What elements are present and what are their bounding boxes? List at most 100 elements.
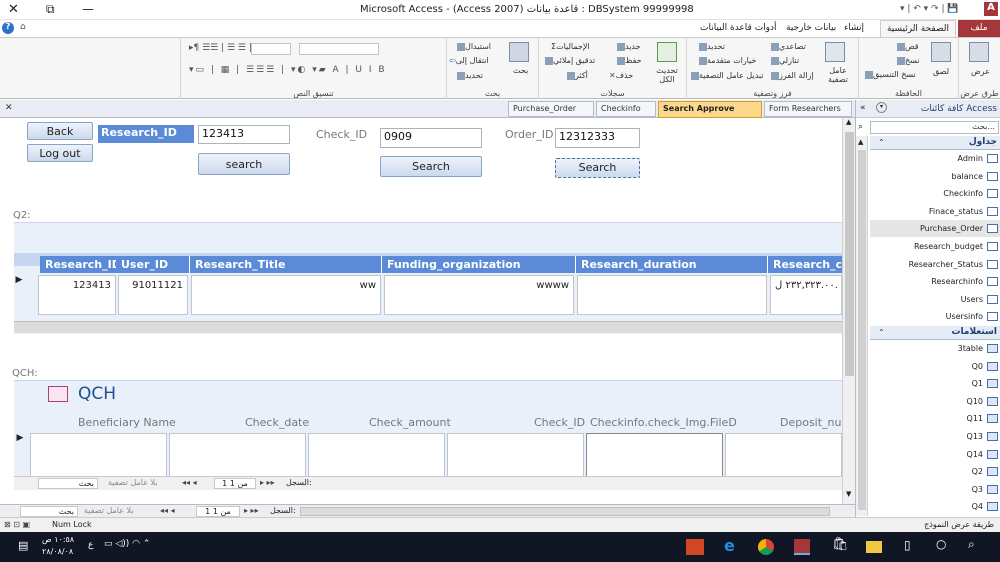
notification-icon[interactable]: ▤ bbox=[18, 539, 28, 552]
advanced-filter-button[interactable]: خيارات متقدمة bbox=[697, 56, 756, 65]
more-button[interactable]: أكثر bbox=[565, 71, 588, 80]
q2-cell-user-id[interactable]: 91011121 bbox=[118, 275, 188, 315]
refresh-all-button[interactable]: تحديث الكل bbox=[651, 66, 683, 84]
powerpoint-icon[interactable] bbox=[686, 539, 704, 555]
tab-form-researchers[interactable]: Form Researchers bbox=[764, 101, 852, 117]
queries-group-header[interactable]: ⌃ استعلامات bbox=[870, 326, 1000, 340]
nav-pane-title[interactable]: كافة كائنات Access bbox=[921, 104, 997, 114]
table-item[interactable]: Purchase_Order bbox=[870, 220, 1000, 238]
q2-cell-funding-org[interactable]: wwww bbox=[384, 275, 574, 315]
table-item[interactable]: Research_budget bbox=[870, 238, 1000, 255]
nav-scroll-thumb[interactable] bbox=[858, 150, 866, 510]
restore-window-button[interactable]: ⧉ bbox=[46, 2, 55, 17]
q2-scrollbar[interactable] bbox=[14, 321, 842, 333]
form-record-position[interactable]: 1 من 1 bbox=[196, 506, 240, 517]
table-item[interactable]: Users bbox=[870, 291, 1000, 308]
tray-icons[interactable]: ▭ ◁)) ◠ ⌃ bbox=[104, 539, 150, 549]
minimize-window-button[interactable]: — bbox=[82, 2, 94, 16]
format-icons[interactable]: ▾▭ | ▦ | ☰☰☰ | ▾◐ ▾▰ A | U I B bbox=[189, 65, 387, 75]
delete-record-button[interactable]: حذف✕ bbox=[609, 71, 633, 80]
qch-cell-check-amount[interactable] bbox=[308, 433, 445, 477]
clock-date[interactable]: ٢٨/٠٨/٠٨ bbox=[42, 547, 73, 556]
find-button[interactable]: بحث bbox=[513, 66, 528, 75]
table-item[interactable]: Admin bbox=[870, 150, 1000, 167]
qch-col-check-id[interactable]: Check_ID bbox=[534, 416, 585, 429]
scroll-up-icon[interactable]: ▲ bbox=[846, 118, 851, 126]
tab-file[interactable]: ملف bbox=[958, 20, 1000, 37]
query-item[interactable]: Q13 bbox=[870, 428, 1000, 445]
cortana-icon[interactable]: ○ bbox=[936, 537, 946, 551]
qch-col-check-date[interactable]: Check_date bbox=[245, 416, 309, 429]
query-item[interactable]: Q2 bbox=[870, 463, 1000, 480]
logout-button[interactable]: Log out bbox=[27, 144, 93, 162]
query-item[interactable]: Q10 bbox=[870, 393, 1000, 410]
qch-search-box[interactable]: بحث bbox=[38, 478, 98, 489]
q2-cell-research-id[interactable]: 123413 bbox=[38, 275, 116, 315]
q2-col-funding-org[interactable]: Funding_organization bbox=[382, 256, 576, 273]
close-window-button[interactable]: ✕ bbox=[8, 2, 19, 17]
store-icon[interactable]: 🛍 bbox=[832, 537, 849, 552]
form-nav-arrows-next[interactable]: ▸ ▸▸ bbox=[244, 506, 259, 515]
table-item[interactable]: balance bbox=[870, 168, 1000, 185]
shutter-bar-icon[interactable]: « bbox=[860, 103, 866, 113]
replace-button[interactable]: استبدال bbox=[455, 42, 491, 51]
qch-cell-check-img[interactable] bbox=[586, 433, 723, 477]
font-name-dropdown[interactable] bbox=[299, 43, 379, 55]
clock-time[interactable]: ١٠:٥٨ ص bbox=[42, 535, 74, 544]
tab-database-tools[interactable]: أدوات قاعدة البيانات bbox=[700, 23, 777, 33]
q2-col-research-duration[interactable]: Research_duration bbox=[576, 256, 768, 273]
task-view-icon[interactable]: ▯ bbox=[904, 538, 911, 552]
form-no-filter[interactable]: بلا عامل تصفية bbox=[84, 506, 134, 515]
quick-access-toolbar[interactable]: ▾ | ↶ ▾ ↷ | 💾 bbox=[900, 4, 959, 14]
qch-col-check-img[interactable]: Checkinfo.check_Img.FileD bbox=[590, 416, 737, 429]
tab-search-approve[interactable]: Search Approve bbox=[658, 101, 762, 118]
qch-cell-check-id[interactable] bbox=[447, 433, 584, 477]
filter-button[interactable]: عامل تصفية bbox=[823, 66, 853, 84]
search-taskbar-icon[interactable]: ⌕ bbox=[968, 537, 975, 552]
form-vertical-scrollbar[interactable]: ▲ ▼ bbox=[842, 118, 855, 504]
qch-nav-arrows[interactable]: ◂◂ ◂ bbox=[182, 478, 197, 487]
tab-purchase-order[interactable]: Purchase_Order bbox=[508, 101, 594, 117]
q2-cell-research-title[interactable]: ww bbox=[191, 275, 381, 315]
q2-col-research-cost[interactable]: Research_co bbox=[768, 256, 850, 273]
nav-scroll-up-icon[interactable]: ▲ bbox=[858, 138, 863, 146]
format-painter-button[interactable]: نسخ التنسيق bbox=[863, 70, 916, 79]
qch-cell-deposit-num[interactable] bbox=[725, 433, 842, 477]
query-item[interactable]: Q1 bbox=[870, 375, 1000, 392]
q2-record-selector[interactable]: ▶ bbox=[14, 275, 24, 315]
query-item[interactable]: Q4 bbox=[870, 498, 1000, 515]
search-check-button[interactable]: Search bbox=[380, 156, 482, 177]
table-item[interactable]: Researchinfo bbox=[870, 273, 1000, 290]
access-taskbar-icon[interactable] bbox=[794, 539, 810, 555]
spelling-button[interactable]: تدقيق إملائي bbox=[543, 56, 595, 65]
query-item[interactable]: 3table bbox=[870, 340, 1000, 357]
collapse-ribbon-icon[interactable]: ⌂ bbox=[20, 22, 26, 32]
copy-button[interactable]: نسخ bbox=[895, 56, 920, 65]
go-to-button[interactable]: انتقال إلى⇦ bbox=[449, 56, 489, 65]
view-switch-icons[interactable]: ⊠ ⊡ ▣ bbox=[4, 520, 30, 529]
research-id-input[interactable]: 123413 bbox=[198, 125, 290, 144]
form-search-box[interactable]: بحث bbox=[20, 506, 78, 517]
tab-create[interactable]: إنشاء bbox=[844, 23, 864, 33]
cut-button[interactable]: قص bbox=[895, 42, 919, 51]
paste-button[interactable]: لصق bbox=[933, 67, 949, 76]
q2-col-research-title[interactable]: Research_Title bbox=[190, 256, 382, 273]
font-size-dropdown[interactable] bbox=[251, 43, 291, 55]
close-document-button[interactable]: ✕ bbox=[5, 103, 13, 113]
q2-col-user-id[interactable]: User_ID bbox=[116, 256, 190, 273]
tab-external-data[interactable]: بيانات خارجية bbox=[786, 23, 836, 33]
help-icon[interactable]: ? bbox=[2, 22, 14, 34]
chrome-icon[interactable] bbox=[758, 539, 774, 555]
view-button[interactable]: عرض bbox=[971, 67, 990, 76]
scroll-thumb[interactable] bbox=[845, 132, 854, 376]
nav-pane-scrollbar[interactable]: ▲ bbox=[856, 136, 868, 516]
tab-checkinfo[interactable]: Checkinfo bbox=[596, 101, 656, 117]
qch-cell-beneficiary[interactable] bbox=[30, 433, 167, 477]
tab-home[interactable]: الصفحة الرئيسية bbox=[880, 20, 956, 38]
back-button[interactable]: Back bbox=[27, 122, 93, 140]
search-icon[interactable]: ⌕ bbox=[858, 122, 863, 132]
qch-cell-check-date[interactable] bbox=[169, 433, 306, 477]
form-horizontal-scrollbar[interactable] bbox=[300, 507, 830, 516]
edge-icon[interactable]: e bbox=[724, 536, 735, 555]
remove-sort-button[interactable]: إزالة الفرز bbox=[769, 71, 814, 80]
